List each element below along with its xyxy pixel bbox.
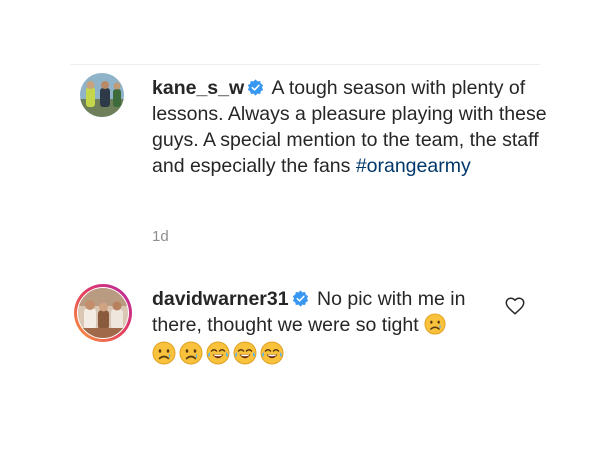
emoji-row: [152, 341, 497, 368]
tears-of-joy-face-icon: [233, 341, 257, 365]
verified-badge-icon: [292, 290, 308, 307]
sad-tear-face-icon: [179, 341, 203, 365]
username-david[interactable]: davidwarner31: [152, 288, 289, 310]
hashtag-link[interactable]: #orangearmy: [356, 155, 471, 177]
comment-david: davidwarner31 No pic with me in there, t…: [152, 286, 497, 368]
avatar-kane[interactable]: [80, 73, 124, 117]
divider: [70, 64, 540, 65]
comment-timestamp[interactable]: 1d: [152, 228, 169, 245]
heart-outline-icon[interactable]: [504, 295, 526, 317]
verified-badge-icon: [248, 79, 264, 96]
comment-kane: kane_s_w A tough season with plenty of l…: [152, 75, 547, 179]
avatar-photo-icon: [78, 288, 128, 338]
username-kane[interactable]: kane_s_w: [152, 77, 244, 99]
comments-panel: kane_s_w A tough season with plenty of l…: [0, 0, 600, 450]
avatar-photo-icon: [80, 73, 124, 117]
avatar-david[interactable]: [78, 288, 128, 338]
sad-tear-face-icon: [152, 341, 176, 365]
tears-of-joy-face-icon: [260, 341, 284, 365]
sad-tear-face-icon: [424, 313, 446, 335]
tears-of-joy-face-icon: [206, 341, 230, 365]
